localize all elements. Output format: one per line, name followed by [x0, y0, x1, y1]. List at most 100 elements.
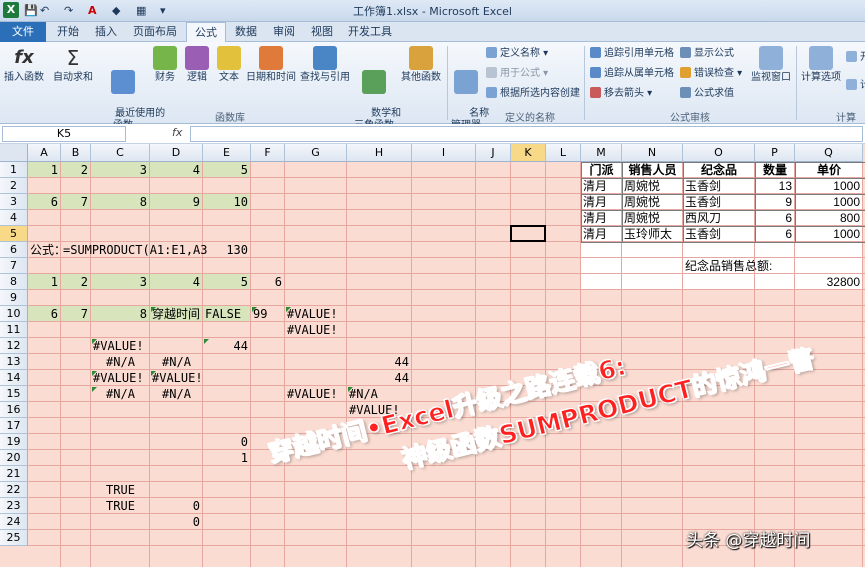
cell-c23[interactable]: TRUE — [91, 498, 150, 514]
row-header-6[interactable]: 6 — [0, 242, 28, 258]
name-box[interactable]: K5 — [2, 126, 126, 142]
calc-options-button[interactable]: 计算选项 — [799, 46, 843, 84]
cell-e1[interactable]: 5 — [203, 162, 251, 178]
row-header-3[interactable]: 3 — [0, 194, 28, 210]
row-header-16[interactable]: 16 — [0, 402, 28, 418]
table-cell[interactable]: 9 — [755, 194, 795, 210]
column-header-a[interactable]: A — [28, 144, 61, 162]
row-header-12[interactable]: 12 — [0, 338, 28, 354]
show-formulas-button[interactable]: 显示公式 — [680, 46, 734, 62]
create-from-selection-button[interactable]: 根据所选内容创建 — [486, 86, 580, 102]
calc-sheet-button[interactable]: 计 — [846, 78, 865, 94]
trace-dependents-button[interactable]: 追踪从属单元格 — [590, 66, 674, 82]
cell-a3[interactable]: 6 — [28, 194, 61, 210]
logical-button[interactable]: 逻辑 — [182, 46, 212, 84]
cell-d10[interactable]: 穿越时间 — [150, 306, 203, 322]
row-header-14[interactable]: 14 — [0, 370, 28, 386]
column-header-h[interactable]: H — [347, 144, 412, 162]
cell-d15[interactable]: #N/A — [150, 386, 203, 402]
cell-b10[interactable]: 7 — [61, 306, 91, 322]
table-cell[interactable]: 清月 — [581, 178, 622, 194]
cell-a1[interactable]: 1 — [28, 162, 61, 178]
remove-arrows-button[interactable]: 移去箭头 ▾ — [590, 86, 652, 102]
evaluate-formula-button[interactable]: 公式求值 — [680, 86, 734, 102]
row-header-13[interactable]: 13 — [0, 354, 28, 370]
text-button[interactable]: 文本 — [214, 46, 244, 84]
table-cell[interactable]: 1000 — [795, 194, 863, 210]
cell-a6[interactable]: 公式： — [28, 242, 61, 258]
table-cell[interactable]: 玉香剑 — [683, 226, 755, 242]
table-cell[interactable]: 6 — [755, 210, 795, 226]
column-header-c[interactable]: C — [91, 144, 150, 162]
column-header-m[interactable]: M — [581, 144, 622, 162]
cell-d3[interactable]: 9 — [150, 194, 203, 210]
worksheet-grid[interactable]: A B C D E F G H I J K L M N O P Q 1 2 3 4 5 6 7 8 9 10 11 12 13 14 15 16… — [0, 144, 865, 567]
column-header-e[interactable]: E — [203, 144, 251, 162]
cell-e6[interactable]: 130 — [203, 242, 251, 258]
column-header-p[interactable]: P — [755, 144, 795, 162]
cell-b6[interactable]: =SUMPRODUCT(A1:E1,A3 — [61, 242, 213, 258]
cell-h13[interactable]: 44 — [347, 354, 412, 370]
cell-h16[interactable]: #VALUE! — [347, 402, 412, 418]
cell-f20[interactable]: 0 — [251, 450, 285, 466]
table-cell[interactable]: 800 — [795, 210, 863, 226]
total-value[interactable]: 32800 — [795, 274, 863, 290]
insert-function-button[interactable]: fx 插入函数 — [2, 46, 46, 84]
tab-file[interactable]: 文件 — [0, 22, 46, 42]
cell-c8[interactable]: 3 — [91, 274, 150, 290]
define-name-button[interactable]: 定义名称 ▾ — [486, 46, 548, 62]
financial-button[interactable]: 财务 — [150, 46, 180, 84]
row-header-10[interactable]: 10 — [0, 306, 28, 322]
cell-c3[interactable]: 8 — [91, 194, 150, 210]
cell-b3[interactable]: 7 — [61, 194, 91, 210]
column-header-q[interactable]: Q — [795, 144, 863, 162]
cell-g15[interactable]: #VALUE! — [285, 386, 347, 402]
table-cell[interactable]: 6 — [755, 226, 795, 242]
tab-insert[interactable]: 插入 — [88, 22, 124, 42]
cell-d1[interactable]: 4 — [150, 162, 203, 178]
row-header-1[interactable]: 1 — [0, 162, 28, 178]
column-header-o[interactable]: O — [683, 144, 755, 162]
row-header-25[interactable]: 25 — [0, 530, 28, 546]
cell-h14[interactable]: 44 — [347, 370, 412, 386]
row-header-17[interactable]: 17 — [0, 418, 28, 434]
table-cell[interactable]: 周婉悦 — [622, 194, 683, 210]
row-header-20[interactable]: 20 — [0, 450, 28, 466]
watch-window-button[interactable]: 监视窗口 — [748, 46, 794, 84]
cell-d24[interactable]: 0 — [150, 514, 203, 530]
cell-c13[interactable]: #N/A — [91, 354, 150, 370]
cell-c14[interactable]: #VALUE! — [91, 370, 150, 386]
column-header-n[interactable]: N — [622, 144, 683, 162]
row-header-15[interactable]: 15 — [0, 386, 28, 402]
table-cell[interactable]: 周婉悦 — [622, 178, 683, 194]
table-cell[interactable]: 玉玲师太 — [622, 226, 683, 242]
row-header-7[interactable]: 7 — [0, 258, 28, 274]
tab-page-layout[interactable]: 页面布局 — [126, 22, 184, 42]
cell-b1[interactable]: 2 — [61, 162, 91, 178]
datetime-button[interactable]: 日期和时间 — [244, 46, 298, 84]
row-header-5[interactable]: 5 — [0, 226, 28, 242]
column-header-f[interactable]: F — [251, 144, 285, 162]
cell-f8[interactable]: 6 — [251, 274, 285, 290]
row-header-2[interactable]: 2 — [0, 178, 28, 194]
tab-data[interactable]: 数据 — [228, 22, 264, 42]
cell-a10[interactable]: 6 — [28, 306, 61, 322]
row-header-22[interactable]: 22 — [0, 482, 28, 498]
row-header-8[interactable]: 8 — [0, 274, 28, 290]
active-cell-k5[interactable] — [510, 225, 546, 242]
cell-g11[interactable]: #VALUE! — [285, 322, 347, 338]
table-cell[interactable]: 清月 — [581, 210, 622, 226]
cell-d13[interactable]: #N/A — [150, 354, 203, 370]
error-checking-button[interactable]: 错误检查 ▾ — [680, 66, 742, 82]
cell-e20[interactable]: 1 — [203, 450, 251, 466]
cell-e10[interactable]: FALSE — [203, 306, 251, 322]
row-header-21[interactable]: 21 — [0, 466, 28, 482]
column-header-g[interactable]: G — [285, 144, 347, 162]
cell-d8[interactable]: 4 — [150, 274, 203, 290]
column-header-i[interactable]: I — [412, 144, 476, 162]
cell-a8[interactable]: 1 — [28, 274, 61, 290]
column-header-d[interactable]: D — [150, 144, 203, 162]
cell-e12[interactable]: 44 — [203, 338, 251, 354]
cell-e8[interactable]: 5 — [203, 274, 251, 290]
cell-c15[interactable]: #N/A — [91, 386, 150, 402]
